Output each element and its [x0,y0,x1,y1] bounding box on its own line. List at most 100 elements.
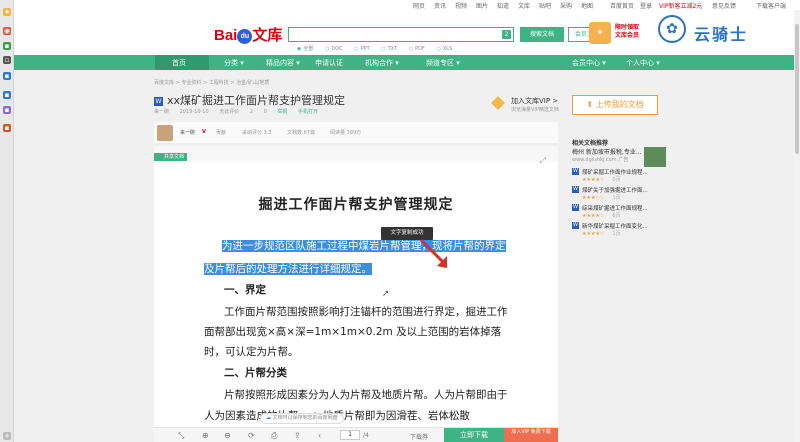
doc-paragraph[interactable]: 为进一步规范区队施工过程中煤岩片帮管理，现将片帮的界定 [222,238,506,253]
feedback-link[interactable]: 意见反馈 [712,1,736,10]
download-client-link[interactable]: 下载客户端 [756,1,786,10]
doc-paragraph[interactable]: 片帮按照形成因素分为人为片帮及地质片帮。人为片帮即由于 [224,387,508,402]
nav-user-center[interactable]: 个人中心 ▾ [626,58,660,68]
toplink[interactable]: 图片 [476,1,488,10]
selected-text: 为进一步规范区队施工过程中煤岩片帮管理，现将片帮的界定 [222,240,506,252]
page-number-input[interactable]: 1 [340,430,360,440]
nav-category[interactable]: 分类 ▾ [224,58,244,68]
doc-paragraph[interactable]: 面帮部出现宽×高×深=1m×1m×0.2m 及以上范围的岩体掉落 [204,324,501,339]
filter-doc[interactable]: DOC [325,46,343,52]
doc-paragraph[interactable]: 工作面片帮范围按照影响打注锚杆的范围进行界定，掘进工作 [224,304,508,319]
filter-txt[interactable]: TXT [381,46,397,52]
share-icon[interactable]: ⇪ [294,431,301,440]
filter-all[interactable]: 全部 [297,46,313,52]
nav-home[interactable]: 首页 [172,58,186,68]
nav-channel[interactable]: 频道专区 ▾ [426,58,460,68]
browser-page: ★ ◉ ▪ ▫ ▪ ▪ ▪ ▪ + 网页 资讯 视频 图片 知道 文库 贴吧 采… [0,0,800,442]
selected-text: 及片帮后的处理方法进行详细规定。 [204,263,372,275]
meta-author[interactable]: 来一碗 [154,109,169,115]
nav-premium[interactable]: 精品内容 ▾ [266,58,300,68]
star-icon[interactable]: ★ [3,8,11,16]
nav-certify[interactable]: 申请认证 [315,58,343,68]
mouse-cursor-icon: ➚ [382,289,390,299]
doc-heading: 掘进工作面片帮支护管理规定 [258,197,454,213]
filter-xls[interactable]: XLS [436,46,452,52]
scrollbar-thumb[interactable] [795,24,799,154]
filetype-filters: 全部 DOC PPT TXT PDF XLS [297,45,462,52]
upload-button[interactable]: ⬆ 上传我的文档 [572,95,658,115]
author-name[interactable]: 来一碗 [180,129,195,136]
window-icon[interactable]: ▫ [3,56,11,64]
toplink[interactable]: 百度首页 [610,1,634,10]
vip-download-button[interactable]: 加入VIP 免费下载 [504,428,558,442]
toplink[interactable]: 视频 [455,1,467,10]
author-stat: 采纳评分 3.3 [242,130,272,136]
meta-report[interactable]: 举报 [277,109,287,115]
breadcrumb[interactable]: 百度文库 > 专业资料 > 工程科技 > 冶金/矿山/地质 [154,79,269,86]
page-count: 0页 [612,177,621,183]
red-arrow-annotation [419,238,447,268]
doc-icon[interactable]: ▪ [3,72,11,80]
more-icon[interactable]: + [3,432,11,440]
rotate-icon[interactable]: ⟳ [248,431,255,440]
word-file-icon: W [572,204,579,211]
doc-paragraph[interactable]: 及片帮后的处理方法进行详细规定。 [204,261,372,276]
word-file-icon: W [154,97,163,106]
baidu-wenku-logo[interactable]: Bai du 文库 [214,24,282,45]
save-to-netdisk-tip[interactable]: ☁ 文档可以保存到您的百度网盘 [260,413,344,424]
meta-favorites[interactable]: 0 [264,109,267,115]
meta-rating[interactable]: 无此评价 [219,109,239,115]
rating-stars: ★★★☆☆ [582,195,605,201]
search-input[interactable]: 2 [288,27,514,42]
download-button[interactable]: 立即下载 [444,428,504,442]
top-links-bar: 网页 资讯 视频 图片 知道 文库 贴吧 采购 地图 百度首页 登录 VIP新客… [14,0,800,10]
toplink[interactable]: 采购 [560,1,572,10]
header: Baidu文库 2 搜索文档 会员文档 全部 DOC PPT TXT PDF X… [14,10,800,55]
upload-label: 上传我的文档 [595,100,644,109]
meta-mobile[interactable]: 手机打开 [298,109,318,115]
toplink[interactable]: 网页 [413,1,425,10]
chat-icon[interactable]: ▪ [3,91,11,99]
page-scrollbar[interactable] [794,10,800,442]
weibo-icon[interactable]: ◉ [3,27,11,35]
nav-partner[interactable]: 机构合作 ▾ [365,58,399,68]
game-icon[interactable]: ▪ [3,106,11,114]
download-coupon-label: 下载券 [410,434,429,441]
vip-promo[interactable]: 限时領取 文库会员 [615,24,639,40]
author-stat: 贡献 [216,130,227,136]
gift-icon[interactable]: ✦ [589,22,611,44]
photo-icon[interactable]: ▪ [3,124,11,132]
join-vip-subtitle: 浏览海量VIP精选文档 [511,107,559,113]
search-button[interactable]: 搜索文档 [520,27,564,42]
fullscreen-icon[interactable]: ⤢ [540,156,546,166]
filter-pdf[interactable]: PDF [409,46,425,52]
prev-page-icon[interactable]: ‹ [318,431,321,440]
toplink[interactable]: 贴吧 [539,1,551,10]
doc-paragraph[interactable]: 时，可认定为片帮。 [204,344,299,359]
zoom-in-icon[interactable]: ⊕ [202,431,209,440]
login-link[interactable]: 登录 [640,1,652,10]
zoom-out-icon[interactable]: ⊖ [224,431,231,440]
sponsored-link[interactable]: 梅州 新加坡市报税,专业... www.dgsshkj.com 广告 [572,147,666,167]
vip-promo-link[interactable]: VIP新客立减2元 [659,1,702,10]
print-icon[interactable]: ⎙ [271,431,277,441]
nav-vip-center[interactable]: 会员中心 ▾ [572,58,606,68]
section-heading: 一、界定 [224,284,266,296]
toplink[interactable]: 地图 [581,1,593,10]
diamond-icon [491,96,505,110]
logo-text: Bai [214,27,238,44]
fit-icon[interactable]: ⤡ [178,431,184,441]
paw-icon: du [237,29,253,44]
doc-meta: 来一碗 2019-10-10 无此评价 2 0 举报 手机打开 [154,108,327,115]
ad-thumbnail [644,147,666,167]
toplink[interactable]: 资讯 [434,1,446,10]
app-icon[interactable]: ▪ [3,42,11,50]
toplink[interactable]: 知道 [497,1,509,10]
avatar[interactable] [157,125,173,141]
filter-ppt[interactable]: PPT [354,46,369,52]
title-text: xx煤矿掘进工作面片帮支护管理规定 [167,94,346,107]
toplink[interactable]: 文库 [518,1,530,10]
shared-doc-tag: 共享文档 [154,153,188,161]
upload-icon: ⬆ [586,100,596,109]
yunqishi-logo-icon: ✿ [658,15,686,43]
